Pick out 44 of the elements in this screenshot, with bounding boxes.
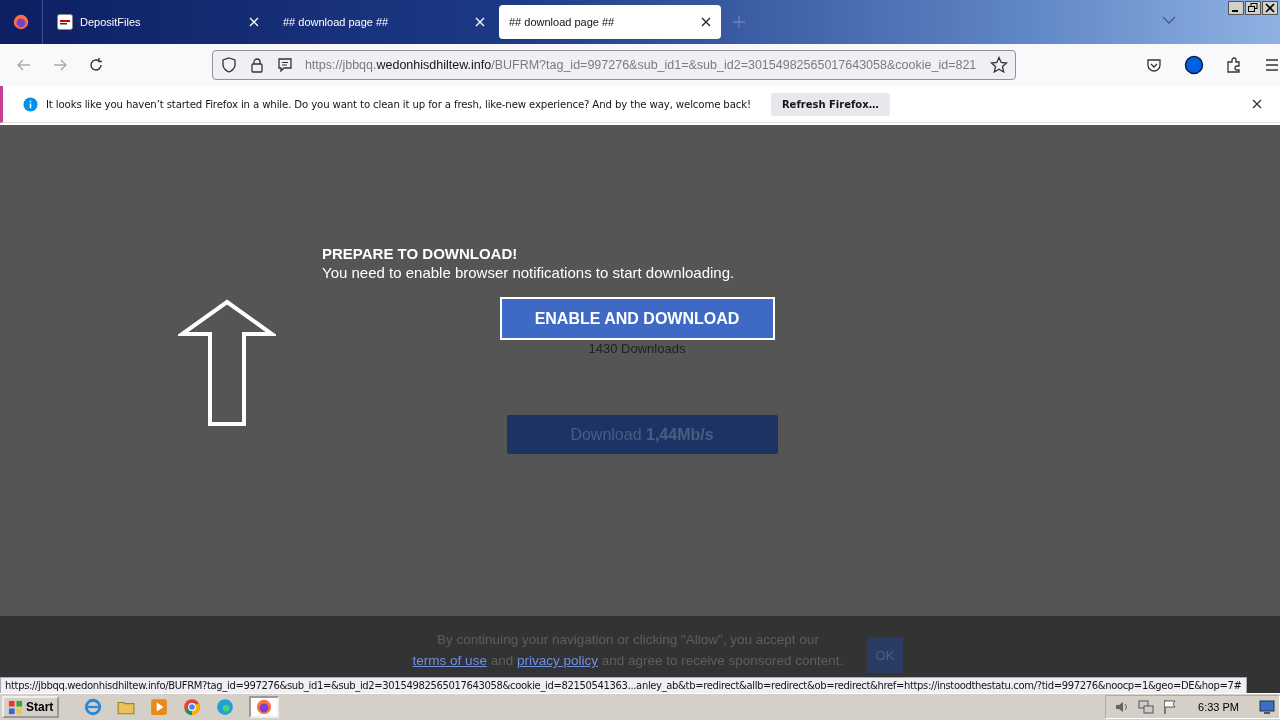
close-icon[interactable]: [701, 17, 711, 27]
pocket-icon[interactable]: [1146, 57, 1162, 73]
account-icon[interactable]: [1184, 55, 1204, 75]
menu-icon[interactable]: [1264, 57, 1280, 73]
arrow-up-icon: [178, 299, 276, 429]
show-desktop-icon[interactable]: [1259, 699, 1275, 715]
terms-link[interactable]: terms of use: [412, 653, 487, 668]
shield-icon[interactable]: [220, 57, 237, 73]
close-icon[interactable]: [1252, 99, 1262, 109]
minimize-icon[interactable]: [1228, 1, 1244, 15]
restore-icon[interactable]: [1245, 1, 1261, 15]
comment-icon[interactable]: [276, 57, 293, 73]
status-url: https://jbbqq.wedonhisdhiltew.info/BUFRM?tag_id=997276&sub_id1=&sub_id2=30154982565017643058&cookie_id=82150541363...anley_ab&tb=redirect&allb=redirect&ob=redirect&href=https://instoodthestatu.com/?tid=997276&noocp=1&geo=DE&hop=7#: [0, 677, 1247, 693]
notification-message: It looks like you haven’t started Firefox in a while. Do you want to clean it up for a fresh, like-new experience? And by the way, welcome back!: [46, 98, 751, 110]
lock-icon[interactable]: [248, 57, 265, 73]
tab-title: ## download page ##: [283, 16, 390, 28]
firefox-icon: [255, 698, 274, 716]
address-bar[interactable]: https://jbbqq.wedonhisdhiltew.info/BUFRM?tag_id=997276&sub_id1=&sub_id2=30154982565017643058&cookie_id=821: [211, 50, 1016, 80]
info-icon: [23, 96, 38, 112]
privacy-link[interactable]: privacy policy: [516, 653, 598, 668]
url-text: https://jbbqq.wedonhisdhiltew.info/BUFRM?tag_id=997276&sub_id1=&sub_id2=30154982565017643058&cookie_id=821: [304, 58, 978, 72]
browser-tab[interactable]: DepositFiles: [47, 5, 269, 39]
site-icon: [57, 14, 73, 30]
clock: 6:33 PM: [1198, 701, 1239, 713]
close-icon[interactable]: [1262, 1, 1278, 15]
network-icon[interactable]: [1138, 699, 1155, 715]
tab-title: ## download page ##: [509, 16, 616, 28]
instruction-text: You need to enable browser notifications to start downloading.: [322, 264, 736, 281]
browser-tab[interactable]: ## download page ##: [499, 5, 721, 39]
flag-icon[interactable]: [1162, 699, 1179, 715]
firefox-icon[interactable]: [12, 13, 30, 31]
start-button[interactable]: Start: [2, 696, 60, 718]
enable-download-button[interactable]: ENABLE AND DOWNLOAD: [499, 297, 775, 340]
reload-icon[interactable]: [87, 57, 104, 73]
tab-title: DepositFiles: [80, 16, 142, 28]
refresh-button[interactable]: Refresh Firefox…: [770, 92, 890, 116]
media-player-icon[interactable]: [150, 698, 169, 716]
puzzle-icon[interactable]: [1226, 57, 1242, 73]
windows-flag-icon: [8, 699, 23, 715]
chrome-icon[interactable]: [183, 698, 202, 716]
star-icon[interactable]: [990, 56, 1008, 74]
prepare-heading: PREPARE TO DOWNLOAD!: [322, 245, 519, 262]
browser-tab[interactable]: ## download page ##: [273, 5, 495, 39]
firefox-taskbar-button[interactable]: [249, 696, 280, 718]
